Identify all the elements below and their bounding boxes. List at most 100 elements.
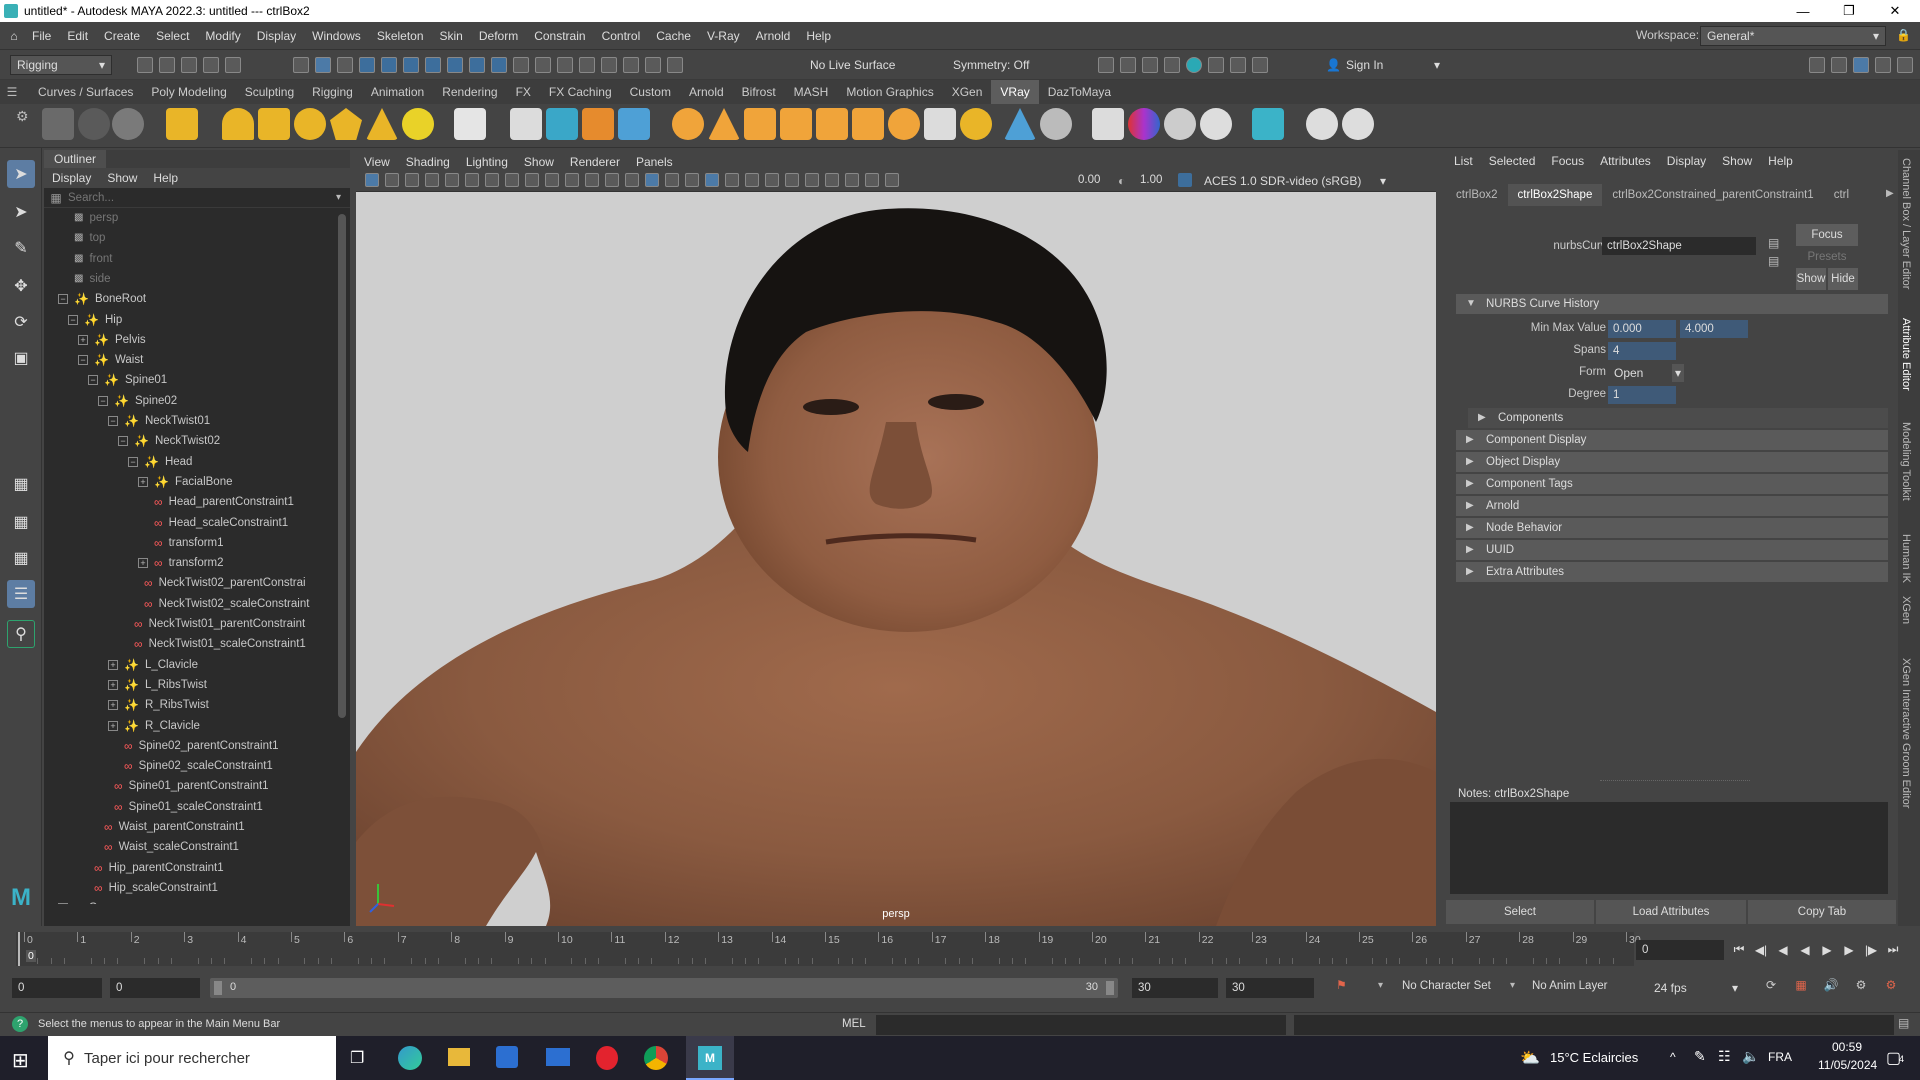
menu-skeleton[interactable]: Skeleton <box>369 22 432 50</box>
attribute-editor-icon[interactable] <box>1831 57 1847 73</box>
side-tab-xgen[interactable]: XGen <box>1900 596 1912 624</box>
gear-icon[interactable] <box>960 108 992 140</box>
outliner-item[interactable]: ∞ Spine01_scaleConstraint1 <box>98 797 263 817</box>
vray-plane-icon[interactable] <box>454 108 486 140</box>
viewport-menu-view[interactable]: View <box>356 155 398 169</box>
resolution-gate-icon[interactable] <box>525 173 539 187</box>
step-back-icon[interactable]: ◀| <box>1750 943 1772 957</box>
shelf-tab-animation[interactable]: Animation <box>362 80 433 104</box>
select-tool-icon[interactable]: ➤ <box>7 160 35 188</box>
outliner-item[interactable]: ▩ side <box>58 269 111 289</box>
load-attributes-button[interactable]: Load Attributes <box>1596 900 1746 924</box>
range-slider-end-handle[interactable] <box>1106 981 1114 995</box>
section-component-display[interactable]: ▶ Component Display <box>1456 430 1888 450</box>
gate-mask-icon[interactable] <box>545 173 559 187</box>
outliner-item[interactable]: ∞ NeckTwist01_parentConstraint <box>118 614 305 634</box>
animation-start-field[interactable] <box>12 978 102 998</box>
snap-grid-icon[interactable] <box>359 57 375 73</box>
chevron-down-icon[interactable]: ▾ <box>1510 980 1515 991</box>
toon-icon[interactable] <box>708 108 740 140</box>
outliner-item[interactable]: ∞ Spine02_parentConstraint1 <box>108 736 279 756</box>
vray-export-icon[interactable] <box>1252 108 1284 140</box>
shelf-tab-motion-graphics[interactable]: Motion Graphics <box>837 80 942 104</box>
field-chart-icon[interactable] <box>565 173 579 187</box>
network-icon[interactable]: ☷ <box>1718 1048 1731 1065</box>
menu-skin[interactable]: Skin <box>432 22 471 50</box>
outliner-item[interactable]: ∞ Spine01_parentConstraint1 <box>98 776 269 796</box>
outliner-scrollbar[interactable] <box>338 214 346 718</box>
outliner-item[interactable]: ∞ Spine02_scaleConstraint1 <box>108 756 273 776</box>
new-scene-icon[interactable] <box>137 57 153 73</box>
snap-help-icon[interactable] <box>491 57 507 73</box>
opera-icon[interactable] <box>596 1046 618 1070</box>
outliner-menu-display[interactable]: Display <box>44 171 99 185</box>
step-forward-key-icon[interactable]: ▶ <box>1838 943 1860 957</box>
viewport-menu-lighting[interactable]: Lighting <box>458 155 516 169</box>
select-node-icon[interactable]: ▤ <box>1768 236 1779 250</box>
side-tab-human-ik[interactable]: Human IK <box>1900 534 1912 583</box>
2d-pan-icon[interactable] <box>445 173 459 187</box>
fps-dropdown[interactable]: 24 fps ▾ <box>1648 978 1744 998</box>
shadows-icon[interactable] <box>725 173 739 187</box>
input-language[interactable]: FRA <box>1768 1050 1792 1064</box>
animation-end-field[interactable] <box>1226 978 1314 998</box>
lasso-tool-icon[interactable]: ➤ <box>7 198 35 226</box>
section-uuid[interactable]: ▶ UUID <box>1456 540 1888 560</box>
degree-field[interactable]: 1 <box>1608 386 1676 404</box>
pen-icon[interactable]: ✎ <box>1694 1048 1706 1065</box>
collapse-icon[interactable]: − <box>128 456 138 467</box>
outliner-item[interactable]: − ✨ Hip <box>68 310 122 330</box>
scene-icon[interactable] <box>618 108 650 140</box>
outliner-item[interactable]: + ✨ L_Clavicle <box>108 655 198 675</box>
menu-file[interactable]: File <box>24 22 59 50</box>
max-value-field[interactable]: 4.000 <box>1680 320 1748 338</box>
store-icon[interactable] <box>496 1046 518 1068</box>
ae-menu-show[interactable]: Show <box>1714 150 1760 172</box>
layout-icon[interactable] <box>1897 57 1913 73</box>
outliner-item[interactable]: ∞ Waist_scaleConstraint1 <box>88 837 239 857</box>
section-components[interactable]: ▶ Components <box>1468 408 1888 428</box>
home-icon[interactable]: ⌂ <box>4 29 24 43</box>
section-object-display[interactable]: ▶ Object Display <box>1456 452 1888 472</box>
history-icon[interactable] <box>557 57 573 73</box>
menu-help[interactable]: Help <box>798 22 839 50</box>
outliner-item[interactable]: + ✨ L_RibsTwist <box>108 675 207 695</box>
film-gate-icon[interactable] <box>505 173 519 187</box>
mesh-light-icon[interactable] <box>330 108 362 140</box>
side-tab-modeling-toolkit[interactable]: Modeling Toolkit <box>1900 422 1912 501</box>
collapse-icon[interactable]: − <box>78 355 88 366</box>
outliner-tab[interactable]: Outliner <box>44 150 107 168</box>
outliner-item[interactable]: ∞ NeckTwist01_scaleConstraint1 <box>118 634 306 654</box>
ae-menu-help[interactable]: Help <box>1760 150 1801 172</box>
min-value-field[interactable]: 0.000 <box>1608 320 1676 338</box>
gamma-value[interactable]: 1.00 <box>1140 174 1162 186</box>
chevron-down-icon[interactable]: ▾ <box>1378 980 1383 991</box>
displacement-icon[interactable] <box>582 108 614 140</box>
windows-start-icon[interactable]: ⊞ <box>12 1048 29 1073</box>
rotate-tool-icon[interactable]: ⟳ <box>7 308 35 336</box>
expand-icon[interactable]: + <box>108 700 118 711</box>
notes-textarea[interactable] <box>1450 802 1888 894</box>
menu-vray[interactable]: V-Ray <box>699 22 748 50</box>
collapse-icon[interactable]: − <box>108 416 118 426</box>
sun-light-icon[interactable] <box>402 108 434 140</box>
paint-select-tool-icon[interactable]: ✎ <box>7 234 35 262</box>
go-to-end-icon[interactable]: ⏭ <box>1882 942 1904 957</box>
vray-ipr-icon[interactable] <box>78 108 110 140</box>
minimize-button[interactable]: — <box>1780 0 1826 22</box>
safe-title-icon[interactable] <box>605 173 619 187</box>
sign-in-dropdown[interactable]: Sign In ▾ <box>1340 55 1446 75</box>
outliner-item[interactable]: + ✨ R_Clavicle <box>108 716 200 736</box>
outliner-item[interactable]: − ✨ Spine02 <box>98 391 177 411</box>
outliner-item[interactable]: − ✨ NeckTwist02 <box>118 431 220 451</box>
ae-menu-attributes[interactable]: Attributes <box>1592 150 1659 172</box>
render-sequence-icon[interactable] <box>1208 57 1224 73</box>
anti-aliasing-icon[interactable] <box>785 173 799 187</box>
vray-logo-icon[interactable] <box>1342 108 1374 140</box>
xray-joints-icon[interactable] <box>845 173 859 187</box>
volume-icon[interactable] <box>744 108 776 140</box>
script-editor-icon[interactable]: ▤ <box>1898 1016 1909 1030</box>
play-backwards-icon[interactable]: ◀ <box>1794 943 1816 957</box>
hide-button[interactable]: Hide <box>1828 268 1858 290</box>
shelf-tab-fx-caching[interactable]: FX Caching <box>540 80 621 104</box>
